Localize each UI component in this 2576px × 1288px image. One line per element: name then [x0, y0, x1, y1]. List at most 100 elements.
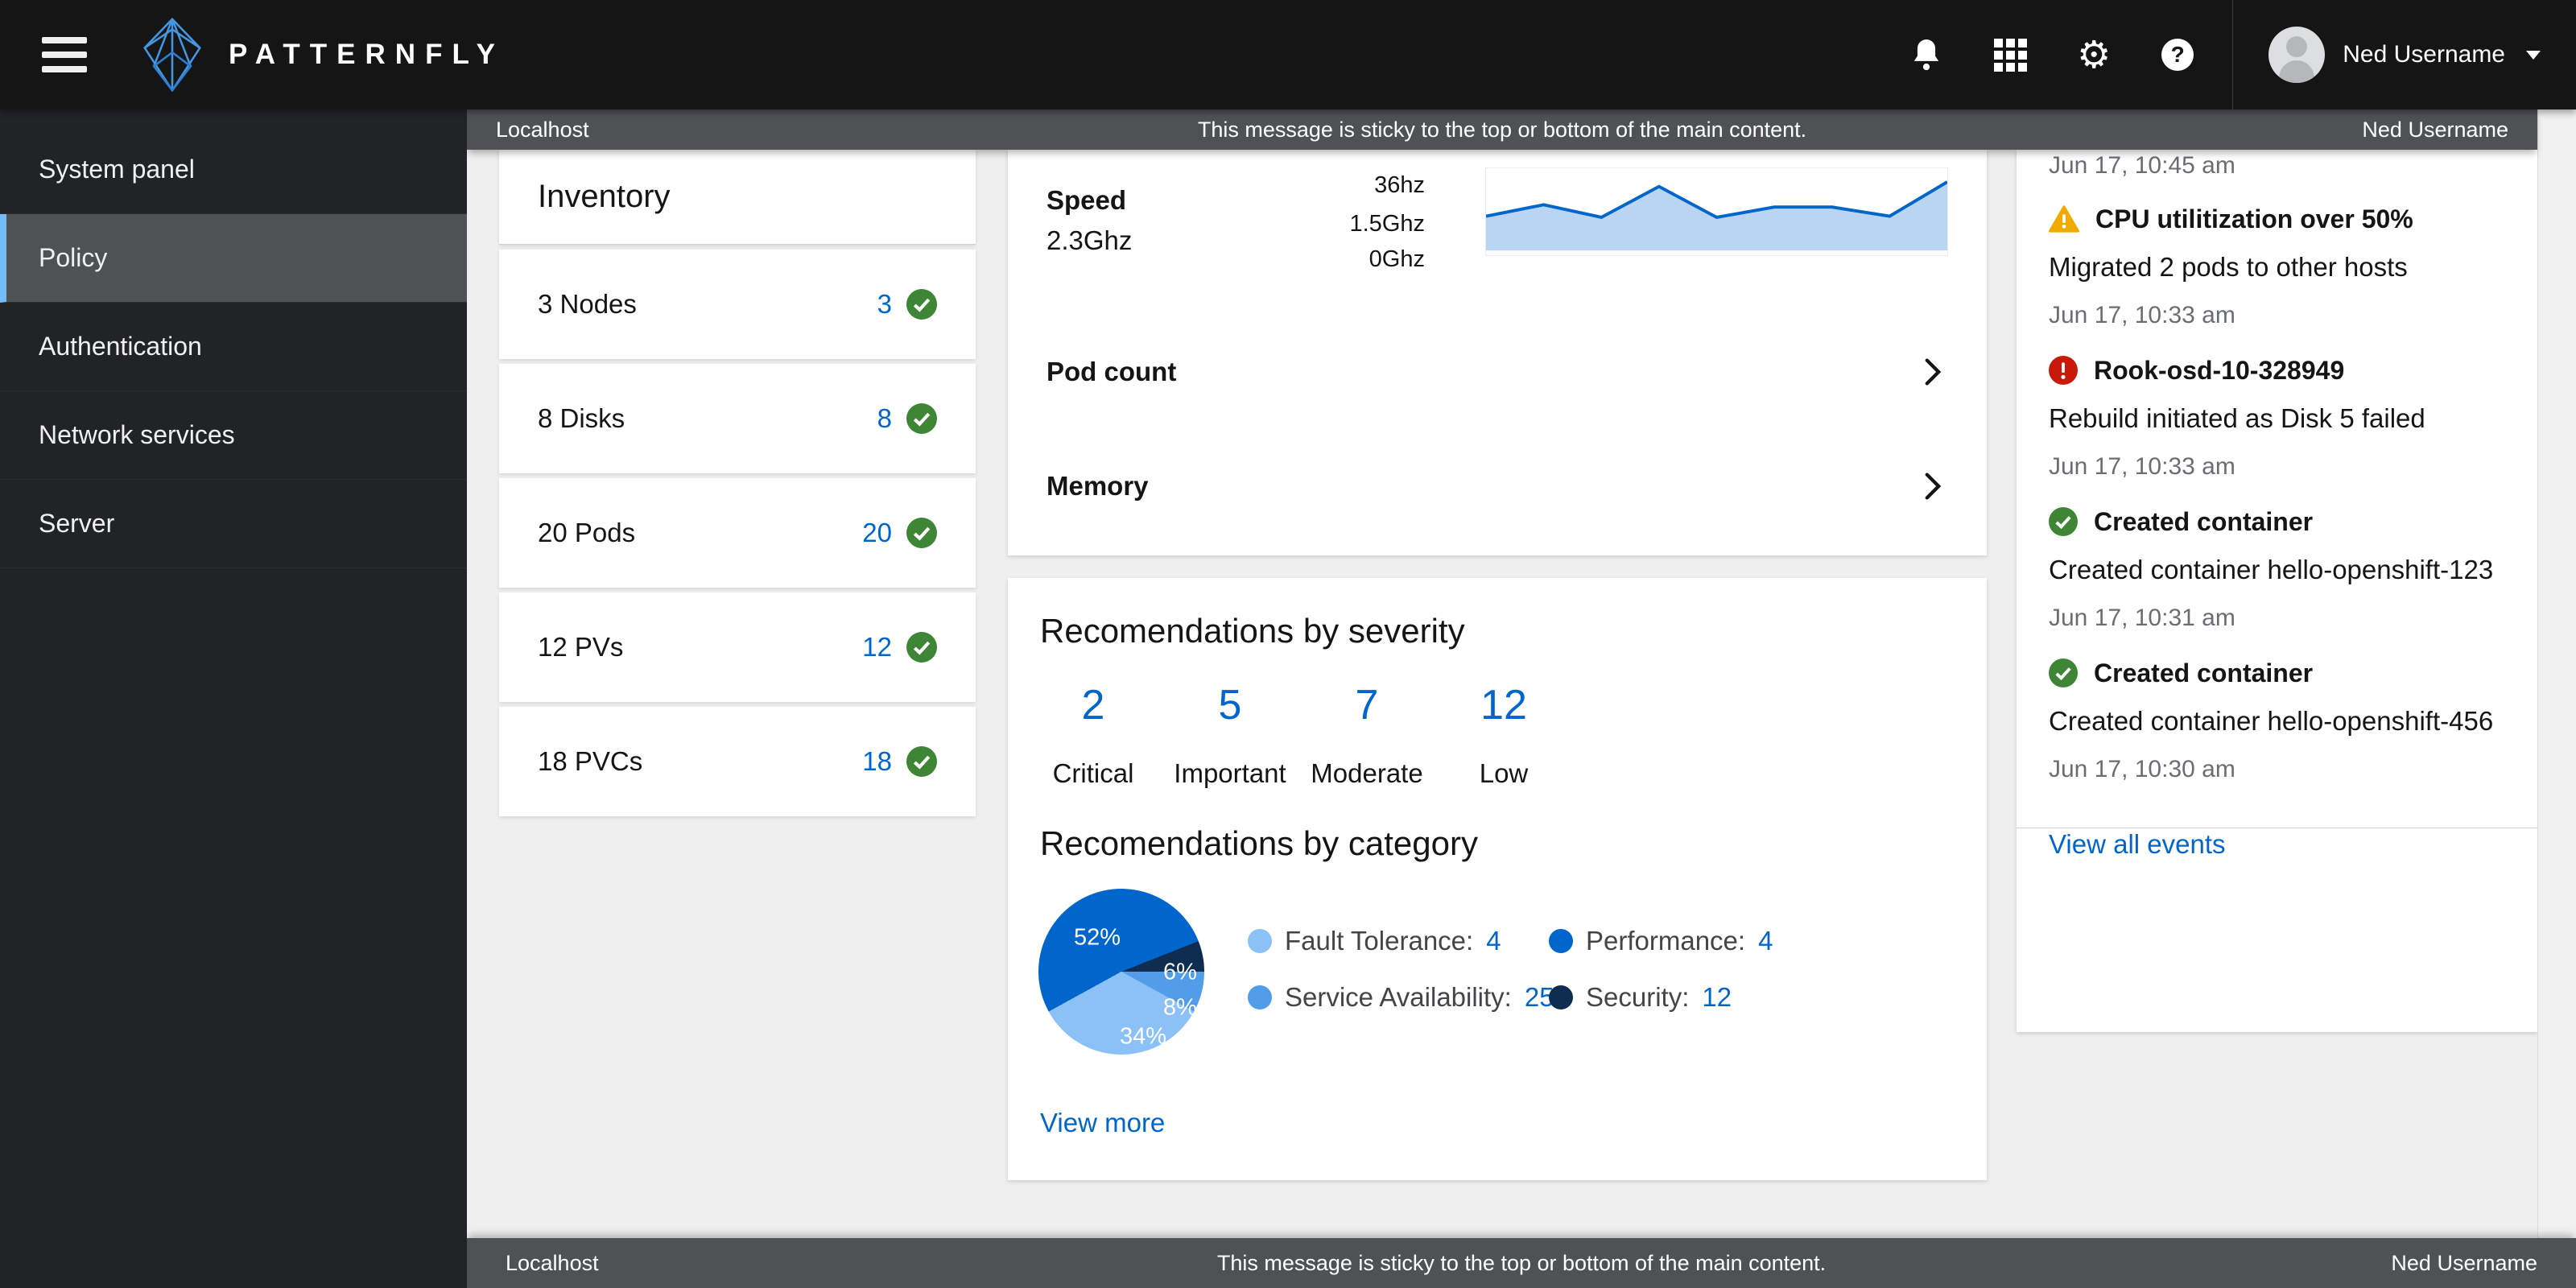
- legend-service-availability: Service Availability: 25: [1248, 982, 1554, 1013]
- banner-user: Ned Username: [2362, 118, 2508, 142]
- category-pie: 52% 6% 8% 34%: [1038, 889, 1204, 1055]
- severity-critical: 2 Critical: [1053, 681, 1134, 789]
- event-description: Created container hello-openshift-123: [2049, 551, 2505, 589]
- sidebar-item-system-panel[interactable]: System panel: [0, 126, 467, 214]
- brand-logo: PATTERNFLY: [140, 18, 505, 92]
- nodes-count[interactable]: 3: [877, 289, 892, 320]
- event-description: Created container hello-openshift-456: [2049, 702, 2505, 741]
- sticky-banner-top: Localhost This message is sticky to the …: [467, 109, 2537, 150]
- legend-bullet: [1549, 985, 1573, 1009]
- inventory-row-nodes[interactable]: 3 Nodes 3: [499, 250, 976, 359]
- user-name: Ned Username: [2343, 41, 2505, 68]
- disks-count[interactable]: 8: [877, 403, 892, 434]
- event-title: Created container: [2094, 657, 2313, 689]
- help-question-icon[interactable]: ?: [2160, 37, 2195, 72]
- brand-text: PATTERNFLY: [229, 39, 505, 71]
- severity-important: 5 Important: [1174, 681, 1286, 789]
- view-more-link[interactable]: View more: [1040, 1108, 1165, 1138]
- severity-low: 12 Low: [1480, 681, 1529, 789]
- legend-bullet: [1248, 929, 1272, 953]
- event-title: Rook-osd-10-328949: [2094, 354, 2344, 386]
- user-menu[interactable]: Ned Username: [2232, 0, 2576, 109]
- banner-message: This message is sticky to the top or bot…: [1198, 118, 1806, 142]
- speed-value: 2.3Ghz: [1046, 225, 1132, 256]
- success-check-icon: [906, 289, 937, 320]
- settings-gear-icon[interactable]: ⚙: [2076, 37, 2112, 72]
- banner-message: This message is sticky to the top or bot…: [1217, 1251, 1826, 1276]
- severity-title: Recomendations by severity: [1040, 612, 1465, 650]
- recommendations-card: Recomendations by severity 2 Critical 5 …: [1008, 578, 1987, 1180]
- severity-count[interactable]: 12: [1480, 681, 1529, 729]
- pods-count[interactable]: 20: [862, 518, 892, 548]
- expand-row-pod-count[interactable]: Pod count: [1008, 340, 1987, 404]
- banner-host: Localhost: [496, 118, 589, 142]
- chevron-right-icon: [1924, 472, 1942, 501]
- vertical-scrollbar[interactable]: [2537, 109, 2576, 1288]
- pvs-count[interactable]: 12: [862, 632, 892, 663]
- avatar: [2268, 27, 2325, 83]
- chevron-right-icon: [1924, 357, 1942, 386]
- speed-label: Speed: [1046, 185, 1126, 216]
- expand-row-memory[interactable]: Memory: [1008, 454, 1987, 518]
- legend-bullet: [1248, 985, 1272, 1009]
- event-description: Migrated 2 pods to other hosts: [2049, 248, 2505, 287]
- inventory-card: Inventory 3 Nodes 3 8 Disks 8 20 Pods 20…: [499, 150, 976, 816]
- event-timestamp: Jun 17, 10:33 am: [2049, 452, 2505, 481]
- event-timestamp: Jun 17, 10:31 am: [2049, 604, 2505, 633]
- legend-bullet: [1549, 929, 1573, 953]
- inventory-row-disks[interactable]: 8 Disks 8: [499, 364, 976, 473]
- app-launcher-grid-icon[interactable]: [1992, 37, 2028, 72]
- error-icon: [2049, 356, 2078, 385]
- event-title: CPU utilitization over 50%: [2095, 203, 2413, 235]
- pie-slice-label: 6%: [1163, 960, 1197, 986]
- legend-performance: Performance: 4: [1549, 926, 1773, 956]
- inventory-row-pods[interactable]: 20 Pods 20: [499, 478, 976, 588]
- event-timestamp: Jun 17, 10:45 am: [2049, 150, 2505, 182]
- banner-user: Ned Username: [2391, 1251, 2537, 1276]
- event-timestamp: Jun 17, 10:30 am: [2049, 755, 2505, 784]
- event-title: Created container: [2094, 506, 2313, 538]
- view-all-events-link[interactable]: View all events: [2049, 810, 2226, 859]
- success-check-icon: [906, 746, 937, 777]
- nav-toggle-hamburger-icon[interactable]: [42, 37, 87, 72]
- legend-fault-tolerance: Fault Tolerance: 4: [1248, 926, 1554, 956]
- spark-axis-tick: 1.5Ghz: [1201, 210, 1425, 237]
- utilization-card: Speed 2.3Ghz 36hz 1.5Ghz 0Ghz Pod count …: [1008, 150, 1987, 555]
- inventory-row-pvcs[interactable]: 18 PVCs 18: [499, 707, 976, 816]
- masthead: PATTERNFLY ⚙ ? Ned Username: [0, 0, 2576, 109]
- severity-count[interactable]: 5: [1174, 681, 1286, 729]
- sidebar: System panel Policy Authentication Netwo…: [0, 109, 467, 1288]
- banner-host: Localhost: [506, 1251, 599, 1276]
- event-item[interactable]: Created container Created container hell…: [2049, 506, 2505, 633]
- inventory-row-pvs[interactable]: 12 PVs 12: [499, 592, 976, 702]
- success-icon: [2049, 658, 2078, 687]
- spark-axis-tick: 0Ghz: [1201, 246, 1425, 273]
- severity-count[interactable]: 7: [1311, 681, 1422, 729]
- sidebar-item-authentication[interactable]: Authentication: [0, 303, 467, 391]
- success-check-icon: [906, 518, 937, 548]
- success-icon: [2049, 507, 2078, 536]
- main-content: Inventory 3 Nodes 3 8 Disks 8 20 Pods 20…: [467, 150, 2537, 1288]
- event-timestamp: Jun 17, 10:33 am: [2049, 301, 2505, 330]
- pie-slice-label: 34%: [1120, 1024, 1166, 1051]
- severity-count[interactable]: 2: [1053, 681, 1134, 729]
- pvcs-count[interactable]: 18: [862, 746, 892, 777]
- severity-moderate: 7 Moderate: [1311, 681, 1422, 789]
- pie-slice-label: 52%: [1074, 925, 1121, 952]
- category-title: Recomendations by category: [1040, 824, 1478, 863]
- event-item[interactable]: CPU utilitization over 50% Migrated 2 po…: [2049, 203, 2505, 330]
- notifications-bell-icon[interactable]: [1909, 37, 1944, 72]
- sidebar-item-policy[interactable]: Policy: [0, 214, 467, 303]
- success-check-icon: [906, 632, 937, 663]
- sidebar-item-server[interactable]: Server: [0, 480, 467, 568]
- legend-security: Security: 12: [1549, 982, 1773, 1013]
- event-item[interactable]: Rook-osd-10-328949 Rebuild initiated as …: [2049, 354, 2505, 481]
- event-description: Rebuild initiated as Disk 5 failed: [2049, 399, 2505, 438]
- patternfly-kite-icon: [140, 18, 204, 92]
- sidebar-item-network-services[interactable]: Network services: [0, 391, 467, 480]
- chevron-down-icon: [2526, 51, 2541, 60]
- events-card: Jun 17, 10:45 am CPU utilitization over …: [2017, 150, 2537, 1032]
- event-item[interactable]: Created container Created container hell…: [2049, 657, 2505, 784]
- spark-axis-tick: 36hz: [1201, 171, 1425, 199]
- sticky-banner-bottom: Localhost This message is sticky to the …: [467, 1238, 2576, 1288]
